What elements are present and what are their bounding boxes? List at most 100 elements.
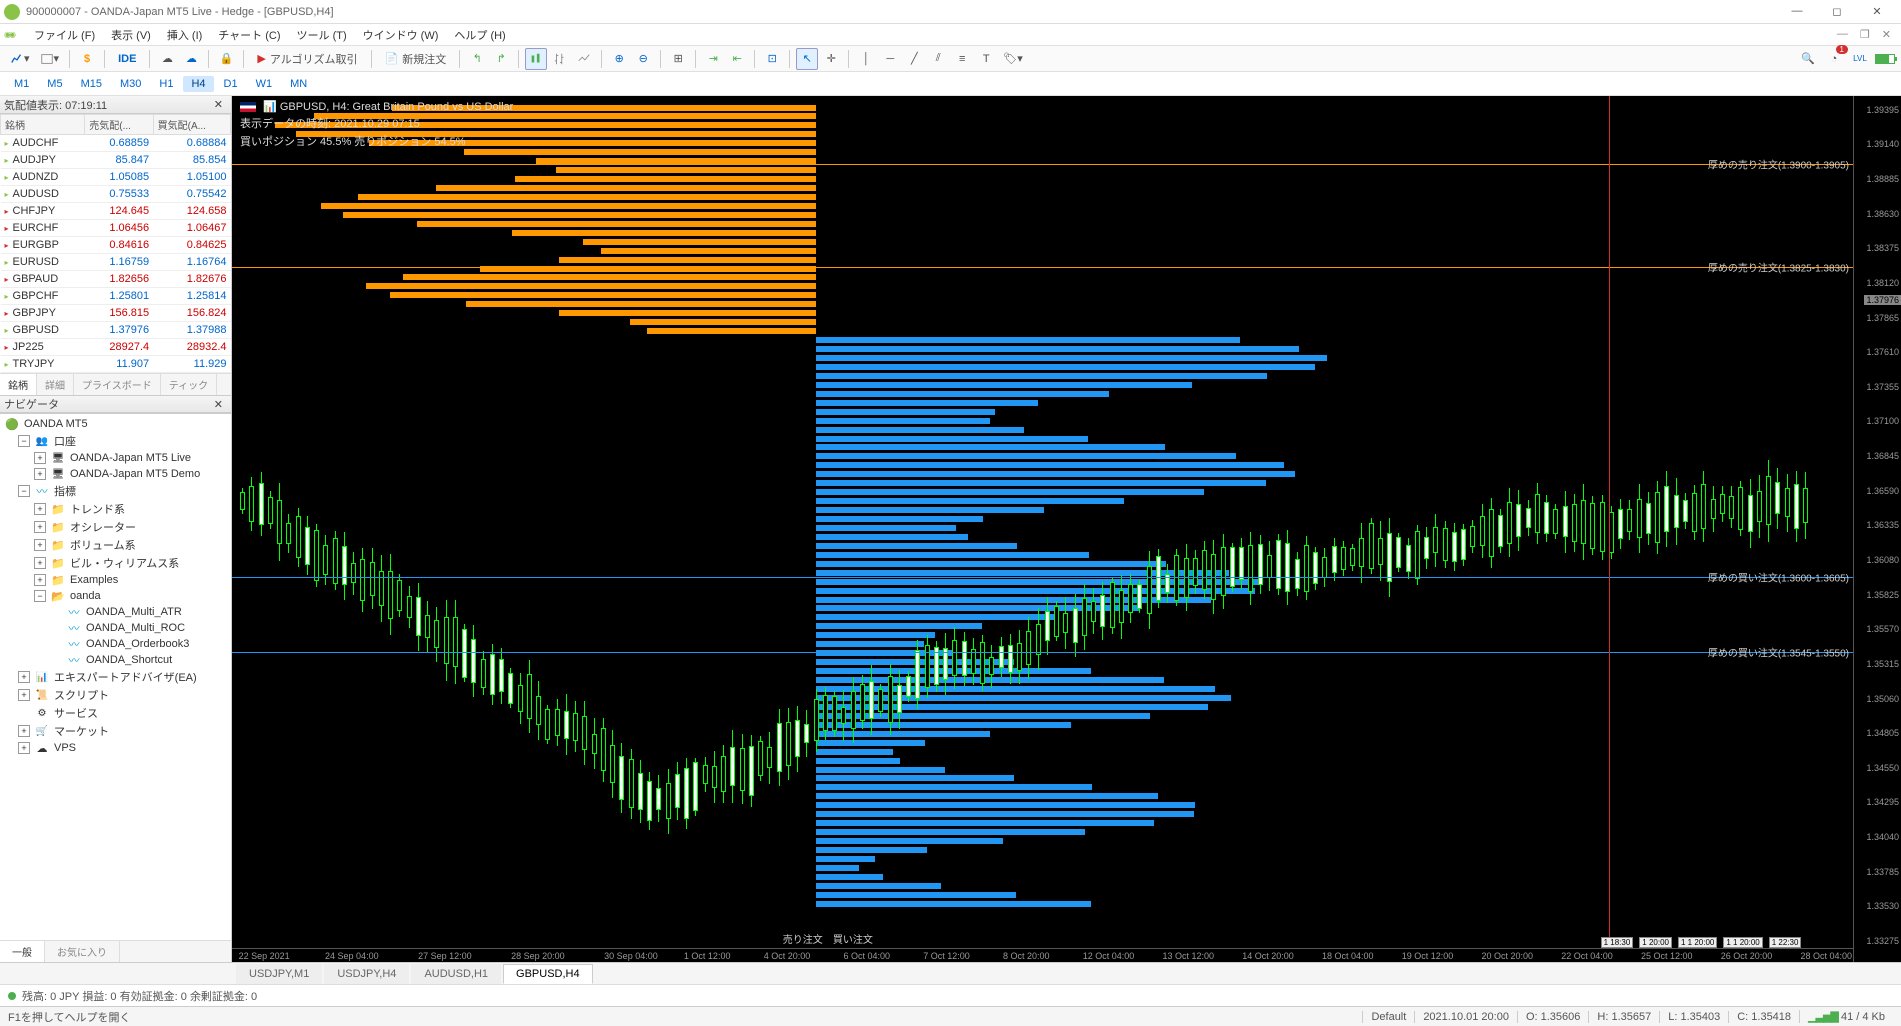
timeframe-MN[interactable]: MN	[282, 76, 315, 92]
market-watch-tab[interactable]: プライスボード	[74, 374, 161, 395]
menu-item[interactable]: ツール (T)	[289, 27, 355, 43]
child-minimize-button[interactable]: —	[1831, 28, 1854, 41]
nav-market[interactable]: +マーケット	[0, 722, 231, 740]
navigator-tree[interactable]: 🟢OANDA MT5 −口座 +OANDA-Japan MT5 Live +OA…	[0, 413, 231, 940]
expand-icon[interactable]: +	[34, 539, 46, 551]
nav-ea[interactable]: +エキスパートアドバイザ(EA)	[0, 668, 231, 686]
cloud-upload-button[interactable]: ☁	[156, 48, 178, 70]
market-watch-tab[interactable]: 詳細	[37, 374, 74, 395]
market-watch-row[interactable]: AUDUSD 0.75533 0.75542	[1, 186, 231, 203]
menu-item[interactable]: 挿入 (I)	[159, 27, 210, 43]
market-watch-row[interactable]: TRYJPY 11.907 11.929	[1, 356, 231, 373]
nav-oanda-folder[interactable]: −oanda	[0, 588, 231, 604]
ide-button[interactable]: IDE	[111, 48, 143, 70]
chart-tab[interactable]: GBPUSD,H4	[503, 964, 593, 984]
market-watch-row[interactable]: GBPUSD 1.37976 1.37988	[1, 322, 231, 339]
nav-examples[interactable]: +Examples	[0, 572, 231, 588]
nav-oanda-shortcut[interactable]: OANDA_Shortcut	[0, 652, 231, 668]
fibo-button[interactable]: ≡	[951, 48, 973, 70]
market-watch-tab[interactable]: ティック	[161, 374, 217, 395]
timeframe-D1[interactable]: D1	[216, 76, 246, 92]
menu-item[interactable]: 表示 (V)	[103, 27, 159, 43]
line-chart-dropdown[interactable]: ▾	[6, 48, 34, 70]
step-forward-button[interactable]: ↱	[490, 48, 512, 70]
nav-oscillator[interactable]: +オシレーター	[0, 518, 231, 536]
nav-scripts[interactable]: +スクリプト	[0, 686, 231, 704]
expand-icon[interactable]: +	[18, 742, 30, 754]
expand-icon[interactable]: +	[18, 689, 30, 701]
step-back-button[interactable]: ↰	[466, 48, 488, 70]
alerts-button[interactable]: ◔1	[1823, 48, 1845, 70]
level-button[interactable]: LVL	[1849, 48, 1871, 70]
nav-vps[interactable]: +VPS	[0, 740, 231, 756]
nav-tab-general[interactable]: 一般	[0, 941, 45, 962]
timeframe-H4[interactable]: H4	[183, 76, 213, 92]
menu-item[interactable]: ウインドウ (W)	[355, 27, 447, 43]
nav-oanda-roc[interactable]: OANDA_Multi_ROC	[0, 620, 231, 636]
chart-tab[interactable]: USDJPY,H4	[324, 964, 409, 984]
market-watch-row[interactable]: GBPCHF 1.25801 1.25814	[1, 288, 231, 305]
chart-area[interactable]: 📊 GBPUSD, H4: Great Britain Pound vs US …	[232, 96, 1901, 962]
nav-oanda-orderbook[interactable]: OANDA_Orderbook3	[0, 636, 231, 652]
collapse-icon[interactable]: −	[18, 485, 30, 497]
market-watch-row[interactable]: CHFJPY 124.645 124.658	[1, 203, 231, 220]
timeframe-M30[interactable]: M30	[112, 76, 149, 92]
vline-button[interactable]: │	[855, 48, 877, 70]
expand-icon[interactable]: +	[34, 574, 46, 586]
expand-icon[interactable]: +	[34, 503, 46, 515]
cloud-download-button[interactable]: ☁	[180, 48, 202, 70]
grid-button[interactable]: ⊞	[667, 48, 689, 70]
bar-chart-button[interactable]	[549, 48, 571, 70]
nav-tab-favorites[interactable]: お気に入り	[45, 941, 120, 962]
market-watch-table[interactable]: 銘柄 売気配(... 買気配(A... AUDCHF 0.68859 0.688…	[0, 114, 231, 373]
nav-trend[interactable]: +トレンド系	[0, 500, 231, 518]
label-button[interactable]: 🏷▾	[999, 48, 1027, 70]
expand-icon[interactable]: +	[18, 725, 30, 737]
timeframe-M5[interactable]: M5	[39, 76, 70, 92]
market-watch-close-button[interactable]: ✕	[210, 98, 227, 111]
col-symbol[interactable]: 銘柄	[1, 115, 85, 135]
market-watch-row[interactable]: AUDNZD 1.05085 1.05100	[1, 169, 231, 186]
nav-bill-williams[interactable]: +ビル・ウィリアムス系	[0, 554, 231, 572]
market-watch-tab[interactable]: 銘柄	[0, 374, 37, 395]
market-watch-row[interactable]: GBPJPY 156.815 156.824	[1, 305, 231, 322]
nav-account-demo[interactable]: +OANDA-Japan MT5 Demo	[0, 466, 231, 482]
indicator-button[interactable]: ⊡	[761, 48, 783, 70]
market-watch-row[interactable]: EURGBP 0.84616 0.84625	[1, 237, 231, 254]
profile-dropdown[interactable]: ▾	[36, 48, 64, 70]
expand-icon[interactable]: +	[34, 452, 46, 464]
menu-item[interactable]: ヘルプ (H)	[446, 27, 513, 43]
zoom-in-button[interactable]: ⊕	[608, 48, 630, 70]
menu-item[interactable]: ファイル (F)	[26, 27, 103, 43]
timeframe-W1[interactable]: W1	[248, 76, 281, 92]
line-type-button[interactable]	[573, 48, 595, 70]
minimize-button[interactable]: —	[1777, 5, 1817, 18]
channel-button[interactable]: ⫽	[927, 48, 949, 70]
nav-volume[interactable]: +ボリューム系	[0, 536, 231, 554]
nav-oanda-atr[interactable]: OANDA_Multi_ATR	[0, 604, 231, 620]
timeframe-M1[interactable]: M1	[6, 76, 37, 92]
nav-accounts[interactable]: −口座	[0, 432, 231, 450]
col-bid[interactable]: 売気配(...	[85, 115, 153, 135]
hline-button[interactable]: ─	[879, 48, 901, 70]
close-button[interactable]: ✕	[1857, 5, 1897, 18]
cursor-button[interactable]: ↖	[796, 48, 818, 70]
navigator-close-button[interactable]: ✕	[210, 398, 227, 411]
market-watch-row[interactable]: AUDCHF 0.68859 0.68884	[1, 135, 231, 152]
expand-icon[interactable]: +	[34, 521, 46, 533]
market-watch-row[interactable]: EURUSD 1.16759 1.16764	[1, 254, 231, 271]
collapse-icon[interactable]: −	[18, 435, 30, 447]
collapse-icon[interactable]: −	[34, 590, 46, 602]
crosshair-button[interactable]: ✛	[820, 48, 842, 70]
expand-icon[interactable]: +	[34, 557, 46, 569]
col-ask[interactable]: 買気配(A...	[153, 115, 230, 135]
chart-tab[interactable]: USDJPY,M1	[236, 964, 322, 984]
zoom-out-button[interactable]: ⊖	[632, 48, 654, 70]
new-order-button[interactable]: 📄新規注文	[378, 48, 454, 70]
nav-services[interactable]: サービス	[0, 704, 231, 722]
menu-item[interactable]: チャート (C)	[210, 27, 288, 43]
market-watch-row[interactable]: GBPAUD 1.82656 1.82676	[1, 271, 231, 288]
search-button[interactable]: 🔍	[1797, 48, 1819, 70]
trendline-button[interactable]: ╱	[903, 48, 925, 70]
timeframe-M15[interactable]: M15	[73, 76, 110, 92]
